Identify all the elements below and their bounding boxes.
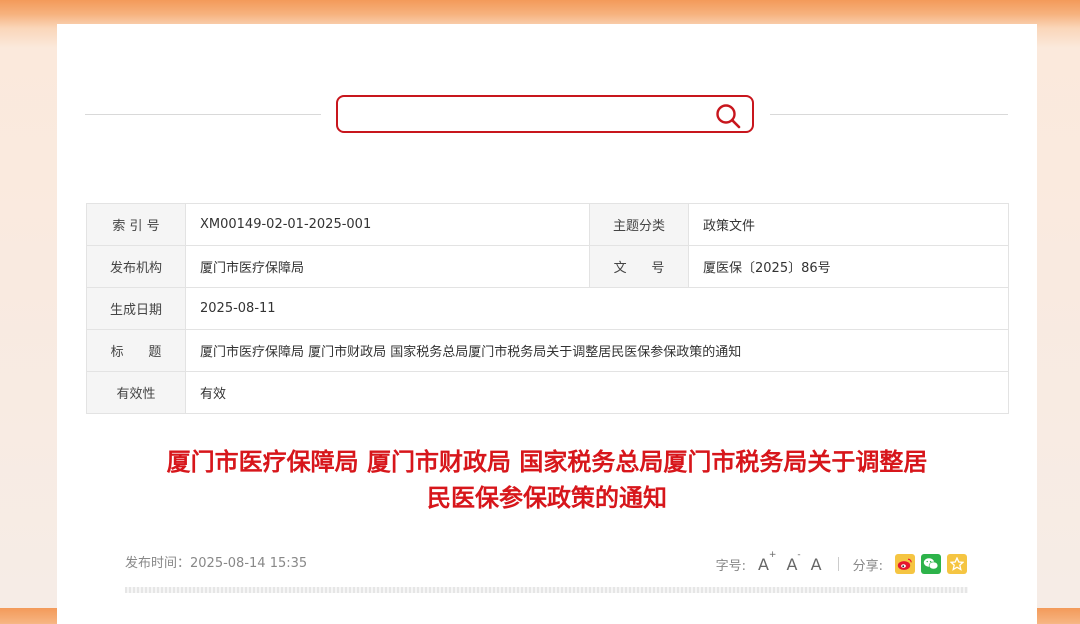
title-label: 标 题 xyxy=(86,329,186,372)
table-row: 生成日期 2025-08-11 xyxy=(86,287,1009,330)
font-size-label: 字号: xyxy=(715,558,746,574)
table-row: 发布机构 厦门市医疗保障局 文 号 厦医保〔2025〕86号 xyxy=(86,245,1009,288)
search-bar xyxy=(85,95,1008,135)
search-divider-right xyxy=(770,114,1008,115)
publisher-value: 厦门市医疗保障局 xyxy=(185,245,590,288)
font-size-reset-button[interactable]: A xyxy=(811,555,822,574)
document-info-table: 索 引 号 XM00149-02-01-2025-001 主题分类 政策文件 发… xyxy=(86,203,1009,414)
content-card: 索 引 号 XM00149-02-01-2025-001 主题分类 政策文件 发… xyxy=(57,24,1037,624)
font-size-decrease-button[interactable]: A- xyxy=(786,550,800,574)
title-value: 厦门市医疗保障局 厦门市财政局 国家税务总局厦门市税务局关于调整居民医保参保政策… xyxy=(185,329,1009,372)
index-value: XM00149-02-01-2025-001 xyxy=(185,203,590,246)
validity-label: 有效性 xyxy=(86,371,186,414)
date-label: 生成日期 xyxy=(86,287,186,330)
table-row: 标 题 厦门市医疗保障局 厦门市财政局 国家税务总局厦门市税务局关于调整居民医保… xyxy=(86,329,1009,372)
search-divider-left xyxy=(85,114,321,115)
tools: 字号: A+ A- A 分享: xyxy=(715,550,967,576)
search-box[interactable] xyxy=(336,95,754,133)
font-size-decrease-letter: A xyxy=(786,554,798,574)
date-value: 2025-08-11 xyxy=(185,287,1009,330)
page-title: 厦门市医疗保障局 厦门市财政局 国家税务总局厦门市税务局关于调整居 民医保参保政… xyxy=(97,444,997,516)
weibo-icon[interactable] xyxy=(895,554,915,574)
page-title-line-2: 民医保参保政策的通知 xyxy=(427,484,667,512)
wechat-icon[interactable] xyxy=(921,554,941,574)
font-size-decrease-sign: - xyxy=(797,550,801,561)
font-size-increase-sign: + xyxy=(768,550,777,561)
publish-time: 2025-08-14 15:35 xyxy=(190,556,308,571)
publish-bar: 发布时间：2025-08-14 15:35 字号: A+ A- A 分享: xyxy=(125,550,967,576)
publisher-label: 发布机构 xyxy=(86,245,186,288)
docno-label: 文 号 xyxy=(589,245,689,288)
font-size-increase-button[interactable]: A+ xyxy=(757,550,777,574)
search-input[interactable] xyxy=(348,102,712,128)
docno-value: 厦医保〔2025〕86号 xyxy=(688,245,1009,288)
page-title-line-1: 厦门市医疗保障局 厦门市财政局 国家税务总局厦门市税务局关于调整居 xyxy=(166,448,928,476)
publish-info: 发布时间：2025-08-14 15:35 xyxy=(125,552,307,576)
font-size-increase-letter: A xyxy=(757,554,769,574)
topic-label: 主题分类 xyxy=(589,203,689,246)
table-row: 索 引 号 XM00149-02-01-2025-001 主题分类 政策文件 xyxy=(86,203,1009,246)
bottom-divider xyxy=(125,587,968,593)
tools-divider xyxy=(837,557,839,571)
validity-value: 有效 xyxy=(185,371,1009,414)
table-row: 有效性 有效 xyxy=(86,371,1009,414)
index-label: 索 引 号 xyxy=(86,203,186,246)
share-label: 分享: xyxy=(852,558,883,574)
search-icon[interactable] xyxy=(714,102,742,130)
star-icon[interactable] xyxy=(947,554,967,574)
topic-value: 政策文件 xyxy=(688,203,1009,246)
publish-time-label: 发布时间： xyxy=(125,556,191,571)
